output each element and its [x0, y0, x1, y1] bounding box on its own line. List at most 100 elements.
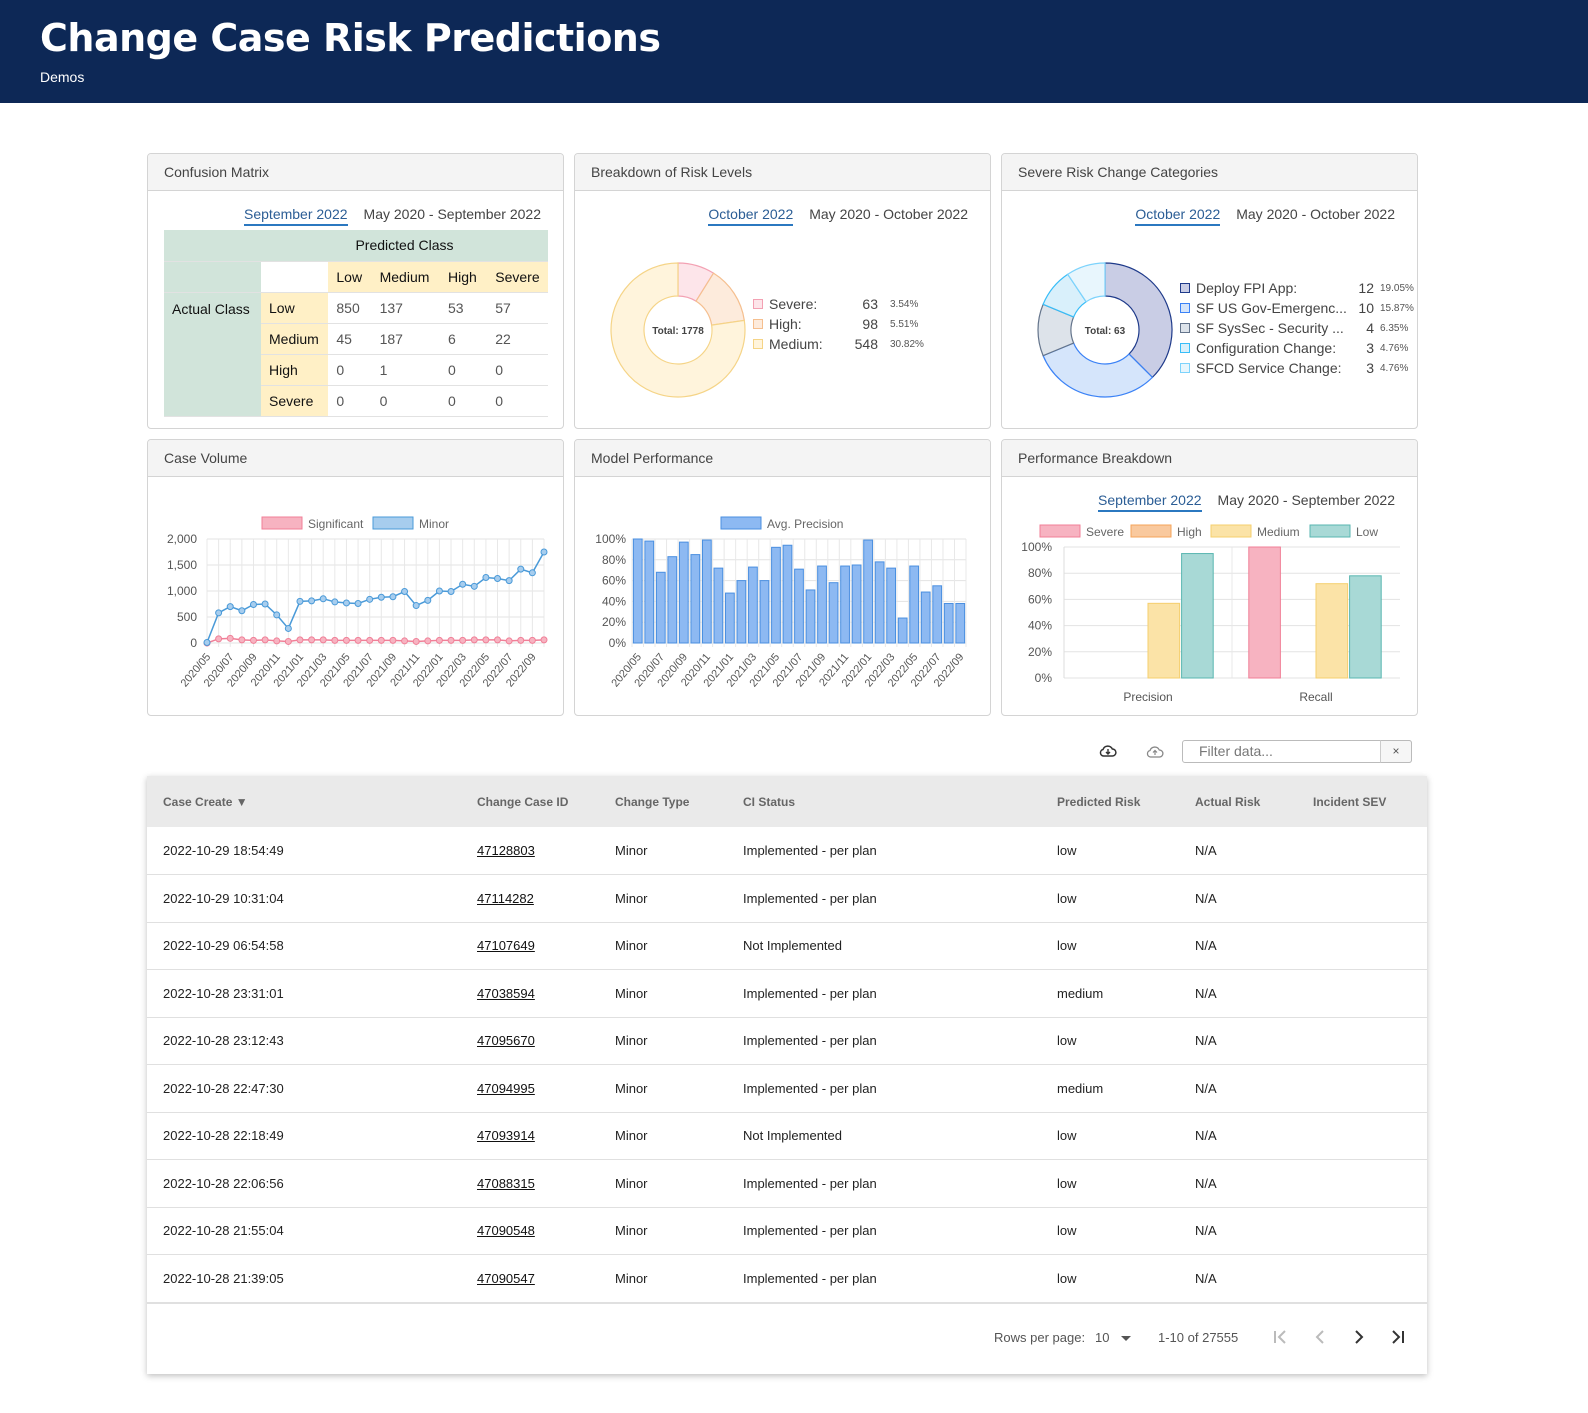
data-point[interactable] — [401, 588, 409, 596]
prev-page-icon[interactable] — [1312, 1329, 1328, 1345]
bar[interactable] — [748, 566, 758, 644]
data-point[interactable] — [238, 636, 246, 644]
data-point[interactable] — [482, 636, 490, 644]
data-point[interactable] — [203, 638, 211, 646]
tab-current-month[interactable]: October 2022 — [708, 206, 794, 226]
table-row[interactable]: 2022-10-29 06:54:58 47107649 Minor Not Impl… — [147, 922, 1427, 970]
bar[interactable] — [920, 591, 931, 644]
data-point[interactable] — [377, 593, 385, 601]
bar[interactable] — [955, 602, 966, 644]
data-point[interactable] — [401, 637, 409, 645]
table-row[interactable]: 2022-10-28 21:39:05 47090547 Minor Implemen… — [147, 1254, 1427, 1303]
legend-item-high[interactable]: High: 98 5.51% — [753, 314, 933, 334]
data-point[interactable] — [377, 636, 385, 644]
last-page-icon[interactable] — [1390, 1329, 1406, 1345]
bar[interactable] — [817, 565, 827, 644]
col-case-create[interactable]: Case Create ▼ — [147, 776, 461, 827]
rows-per-page-select[interactable]: 10 — [1095, 1330, 1132, 1345]
data-point[interactable] — [505, 577, 513, 585]
data-point[interactable] — [226, 634, 234, 642]
tab-current-month[interactable]: October 2022 — [1135, 206, 1221, 226]
bar[interactable] — [771, 546, 781, 644]
data-point[interactable] — [319, 595, 327, 603]
table-row[interactable]: 2022-10-29 18:54:49 47128803 Minor Implemen… — [147, 827, 1427, 875]
clear-filter-button[interactable]: × — [1380, 740, 1412, 763]
bar[interactable] — [655, 571, 666, 644]
data-point[interactable] — [331, 636, 339, 644]
bar[interactable] — [805, 589, 816, 644]
data-point[interactable] — [366, 595, 374, 603]
table-row[interactable]: 2022-10-28 22:06:56 47088315 Minor Implemen… — [147, 1159, 1427, 1208]
tab-full-range[interactable]: May 2020 - October 2022 — [809, 206, 968, 226]
case-id-link[interactable]: 47090548 — [477, 1223, 535, 1238]
case-id-link[interactable]: 47038594 — [477, 986, 535, 1001]
bar[interactable] — [690, 554, 701, 644]
data-point[interactable] — [249, 601, 257, 609]
legend-item-severe[interactable]: Severe: 63 3.54% — [753, 294, 933, 314]
data-point[interactable] — [273, 611, 281, 619]
col-ci-status[interactable]: CI Status — [727, 776, 1041, 827]
col-change-case-id[interactable]: Change Case ID — [461, 776, 599, 827]
data-point[interactable] — [261, 636, 269, 644]
data-point[interactable] — [366, 636, 374, 644]
table-row[interactable]: 2022-10-28 22:47:30 47094995 Minor Implemen… — [147, 1064, 1427, 1113]
data-point[interactable] — [261, 600, 269, 608]
data-point[interactable] — [273, 637, 281, 645]
data-point[interactable] — [540, 636, 548, 644]
table-row[interactable]: 2022-10-29 10:31:04 47114282 Minor Implemen… — [147, 874, 1427, 923]
legend-item-category[interactable]: Deploy FPI App: 12 19.05% — [1180, 278, 1415, 298]
bar[interactable] — [828, 582, 839, 644]
data-point[interactable] — [226, 603, 234, 611]
bar[interactable] — [632, 538, 643, 644]
case-id-link[interactable]: 47128803 — [477, 843, 535, 858]
first-page-icon[interactable] — [1272, 1329, 1288, 1345]
data-point[interactable] — [540, 548, 548, 556]
data-point[interactable] — [470, 582, 478, 590]
bar[interactable] — [736, 580, 747, 644]
cloud-download-icon[interactable] — [1099, 743, 1117, 759]
next-page-icon[interactable] — [1351, 1329, 1367, 1345]
data-point[interactable] — [342, 599, 350, 607]
data-point[interactable] — [424, 596, 432, 604]
data-point[interactable] — [528, 569, 536, 577]
tab-full-range[interactable]: May 2020 - September 2022 — [364, 206, 541, 226]
col-actual-risk[interactable]: Actual Risk — [1179, 776, 1297, 827]
data-point[interactable] — [354, 636, 362, 644]
breadcrumb[interactable]: Demos — [40, 69, 84, 85]
legend-item-category[interactable]: SFCD Service Change: 3 4.76% — [1180, 358, 1415, 378]
bar[interactable] — [794, 568, 804, 644]
data-point[interactable] — [470, 636, 478, 644]
bar[interactable] — [932, 585, 943, 644]
legend-item-category[interactable]: Configuration Change: 3 4.76% — [1180, 338, 1415, 358]
bar[interactable] — [678, 541, 689, 644]
data-point[interactable] — [412, 637, 420, 645]
data-point[interactable] — [308, 597, 316, 605]
data-point[interactable] — [319, 636, 327, 644]
table-row[interactable]: 2022-10-28 23:12:43 47095670 Minor Implemen… — [147, 1017, 1427, 1065]
bar[interactable] — [759, 580, 770, 644]
table-row[interactable]: 2022-10-28 23:31:01 47038594 Minor Implemen… — [147, 969, 1427, 1018]
filter-input[interactable]: Filter data... — [1182, 740, 1412, 763]
bar[interactable] — [1315, 583, 1349, 679]
data-point[interactable] — [308, 636, 316, 644]
data-point[interactable] — [517, 636, 525, 644]
case-id-link[interactable]: 47094995 — [477, 1081, 535, 1096]
bar[interactable] — [1248, 546, 1281, 679]
data-point[interactable] — [389, 593, 397, 601]
legend-item-category[interactable]: SF SysSec - Security ... 4 6.35% — [1180, 318, 1415, 338]
bar[interactable] — [725, 592, 735, 644]
data-point[interactable] — [435, 587, 443, 595]
col-predicted-risk[interactable]: Predicted Risk — [1041, 776, 1179, 827]
legend-item-category[interactable]: SF US Gov-Emergenc... 10 15.87% — [1180, 298, 1415, 318]
data-point[interactable] — [447, 636, 455, 644]
data-point[interactable] — [447, 588, 455, 596]
donut-slice[interactable] — [1104, 262, 1173, 379]
data-point[interactable] — [424, 637, 432, 645]
case-id-link[interactable]: 47090547 — [477, 1271, 535, 1286]
data-point[interactable] — [412, 602, 420, 610]
data-point[interactable] — [354, 599, 362, 607]
data-point[interactable] — [482, 573, 490, 581]
legend-item-medium[interactable]: Medium: 548 30.82% — [753, 334, 933, 354]
bar[interactable] — [1349, 575, 1382, 679]
data-point[interactable] — [296, 597, 304, 605]
